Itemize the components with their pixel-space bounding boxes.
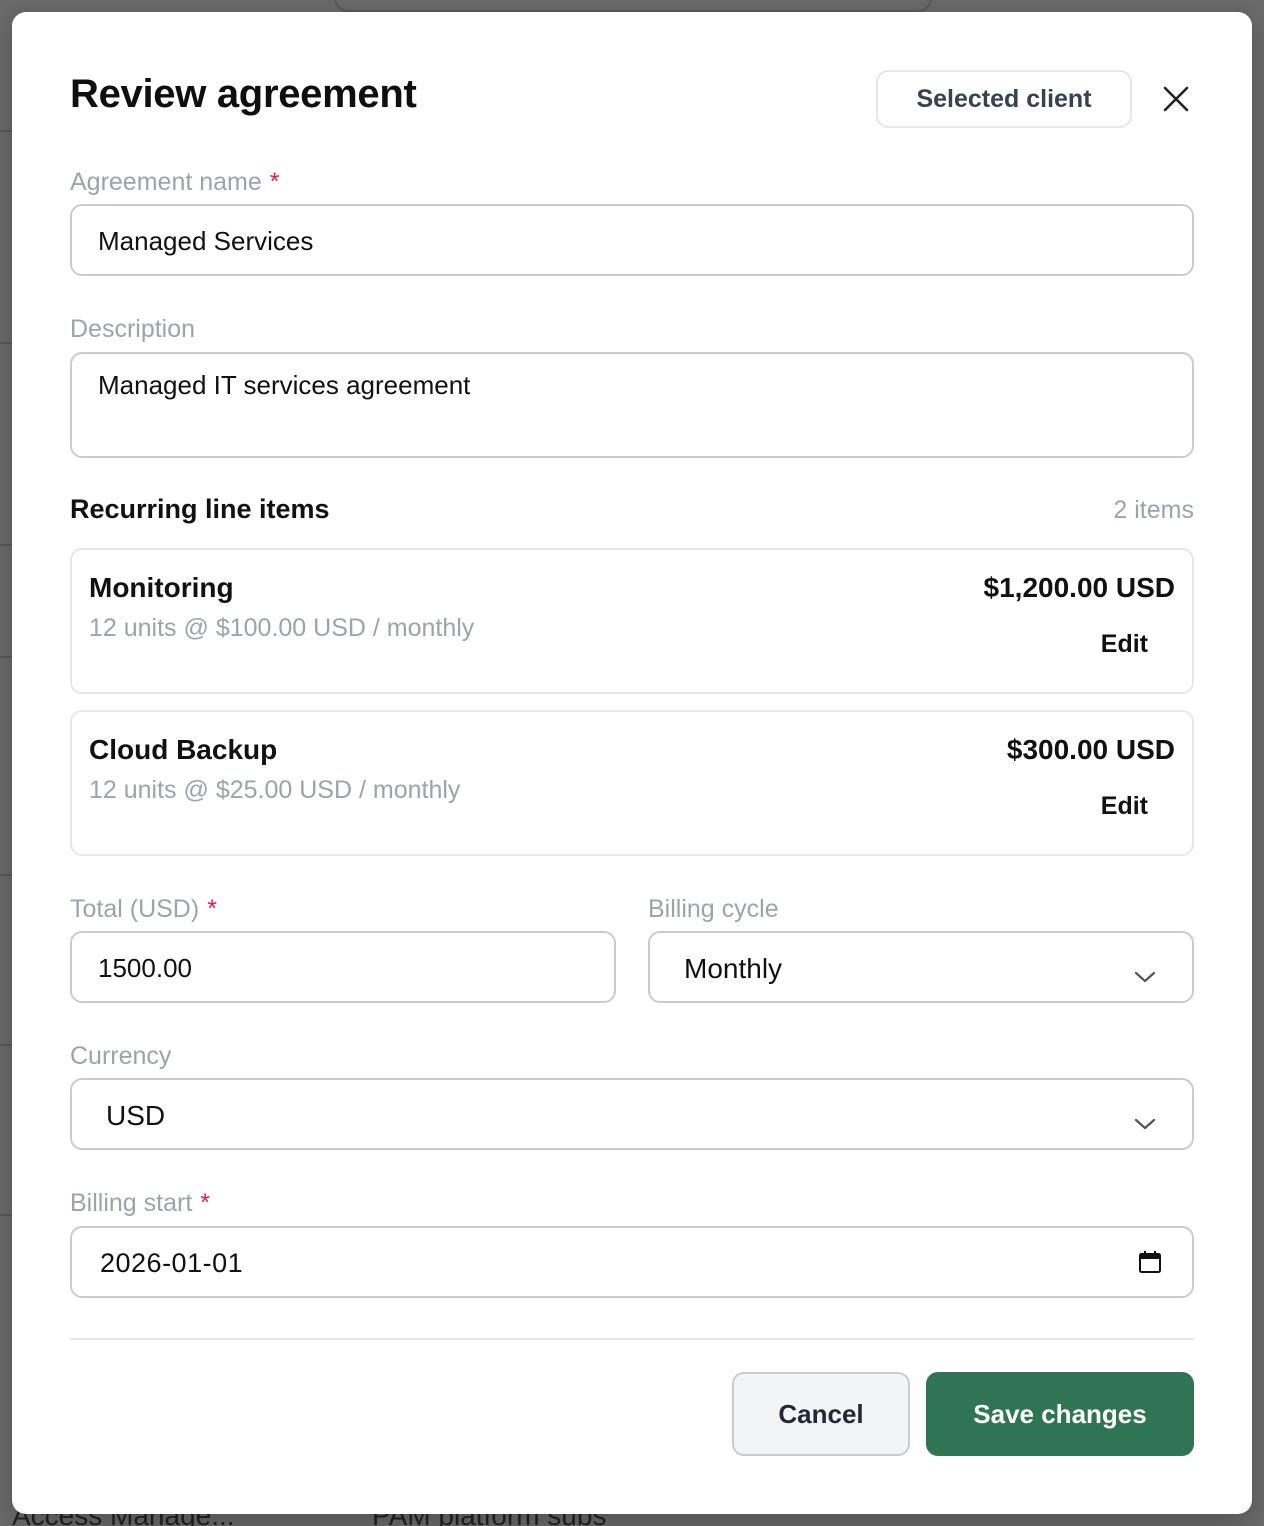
line-item-amount: $1,200.00 USD <box>983 572 1175 603</box>
line-item-name: Cloud Backup <box>89 734 278 765</box>
footer-divider <box>70 1338 1194 1340</box>
dialog-title: Review agreement <box>70 72 417 116</box>
total-label: Total (USD) * <box>70 895 217 923</box>
background-divider <box>0 1214 12 1216</box>
line-items-count: 2 items <box>1113 496 1194 524</box>
billing-start-value: 2026-01-01 <box>100 1248 244 1278</box>
agreement-name-value: Managed Services <box>98 226 314 256</box>
total-value: 1500.00 <box>98 953 192 983</box>
billing-start-date-input[interactable]: 2026-01-01 <box>70 1226 1194 1298</box>
agreement-name-label: Agreement name * <box>70 168 280 196</box>
cancel-button[interactable]: Cancel <box>732 1372 910 1456</box>
total-input[interactable]: 1500.00 <box>70 931 616 1003</box>
currency-select[interactable]: USD <box>70 1078 1194 1150</box>
agreement-name-input[interactable]: Managed Services <box>70 204 1194 276</box>
background-divider <box>0 874 12 876</box>
chevron-down-icon <box>1134 1107 1156 1130</box>
description-value: Managed IT services agreement <box>98 370 471 400</box>
background-divider <box>0 544 12 546</box>
line-item-amount: $300.00 USD <box>1006 734 1175 765</box>
selected-client-button[interactable]: Selected client <box>876 70 1132 128</box>
billing-cycle-value: Monthly <box>684 953 783 984</box>
calendar-icon[interactable] <box>1138 1250 1162 1281</box>
description-textarea[interactable]: Managed IT services agreement <box>70 352 1194 458</box>
description-label: Description <box>70 315 196 343</box>
billing-cycle-label: Billing cycle <box>648 895 779 923</box>
currency-label: Currency <box>70 1042 172 1070</box>
line-items-title: Recurring line items <box>70 494 330 524</box>
required-mark: * <box>269 168 280 196</box>
billing-start-label: Billing start * <box>70 1189 210 1217</box>
line-item-detail: 12 units @ $100.00 USD / monthly <box>89 614 475 642</box>
line-item-card: Cloud Backup 12 units @ $25.00 USD / mon… <box>70 710 1194 856</box>
line-item-card: Monitoring 12 units @ $100.00 USD / mont… <box>70 548 1194 694</box>
close-button[interactable] <box>1156 80 1196 120</box>
line-item-detail: 12 units @ $25.00 USD / monthly <box>89 776 461 804</box>
background-divider <box>0 130 12 132</box>
chevron-down-icon <box>1134 960 1156 983</box>
background-divider <box>0 1044 12 1046</box>
line-item-edit-button[interactable]: Edit <box>1101 792 1148 821</box>
currency-value: USD <box>106 1100 166 1131</box>
background-search-bar <box>334 0 932 12</box>
background-divider <box>0 342 12 344</box>
billing-cycle-select[interactable]: Monthly <box>648 931 1194 1003</box>
background-divider <box>0 656 12 658</box>
save-changes-button[interactable]: Save changes <box>926 1372 1194 1456</box>
line-item-name: Monitoring <box>89 572 234 603</box>
line-item-edit-button[interactable]: Edit <box>1101 630 1148 659</box>
review-agreement-dialog: Review agreement Selected client Agreeme… <box>12 12 1252 1514</box>
required-mark: * <box>207 895 217 923</box>
required-mark: * <box>200 1189 210 1217</box>
close-icon <box>1162 85 1190 116</box>
